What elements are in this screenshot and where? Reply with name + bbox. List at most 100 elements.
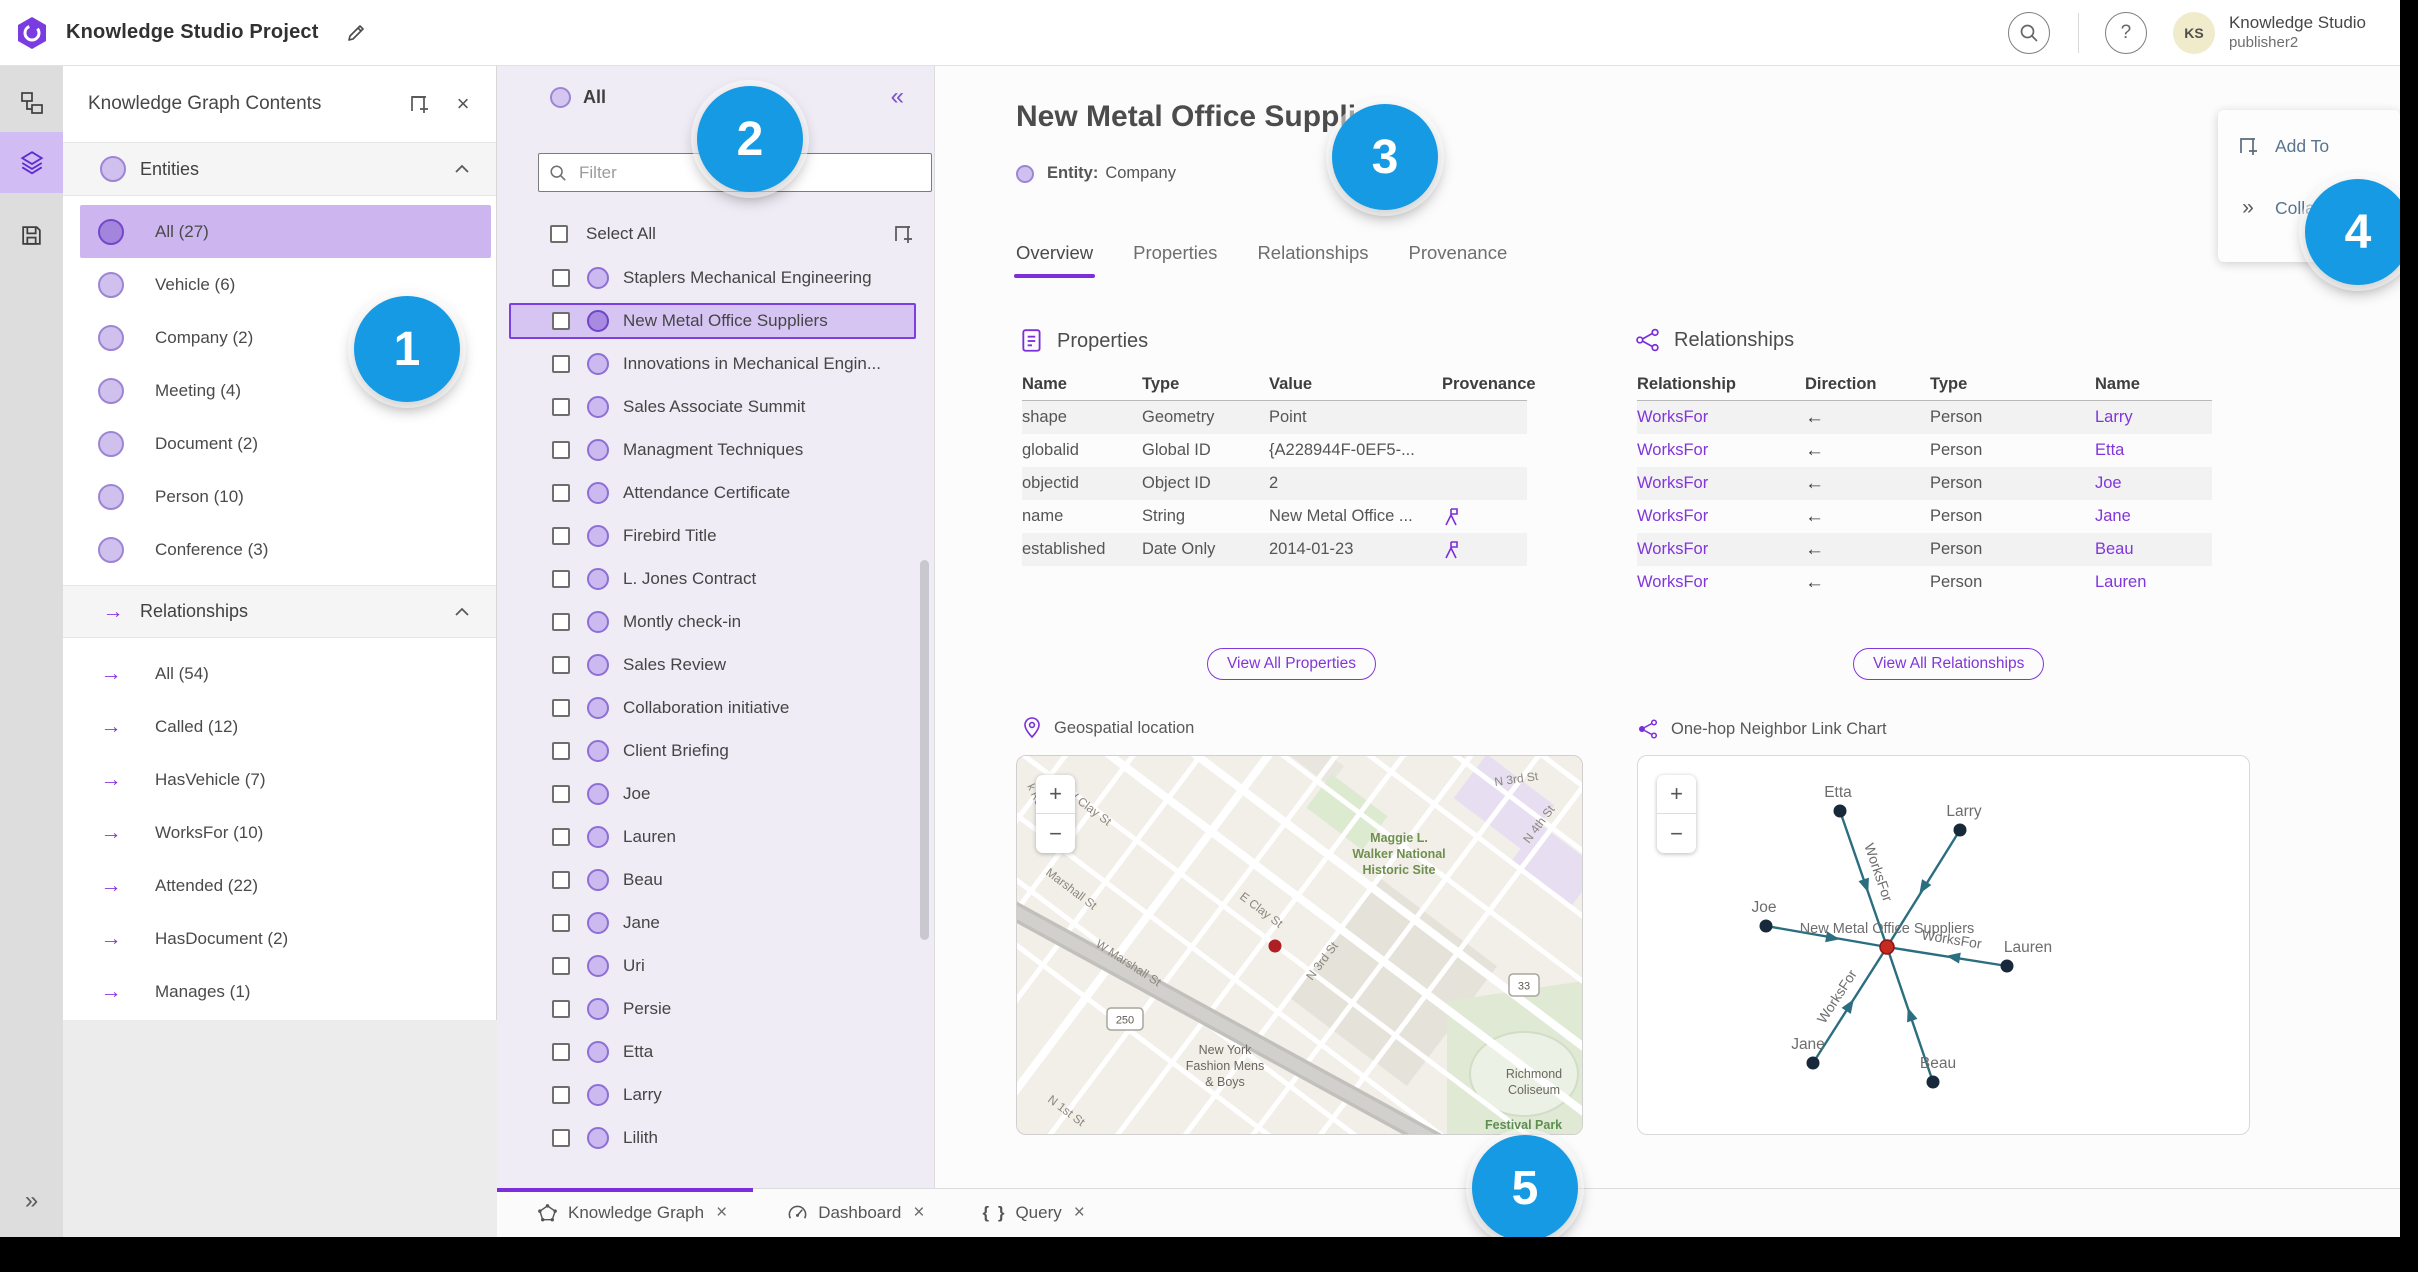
relationship-link[interactable]: WorksFor (1637, 500, 1805, 533)
item-checkbox[interactable] (552, 1000, 570, 1018)
related-name-link[interactable]: Beau (2095, 533, 2212, 566)
entity-list-item[interactable]: Larry (509, 1077, 916, 1113)
item-checkbox[interactable] (552, 785, 570, 803)
graph-node[interactable] (1806, 1056, 1820, 1070)
entity-list-item[interactable]: Beau (509, 862, 916, 898)
entity-list-item[interactable]: Sales Associate Summit (509, 389, 916, 425)
entity-type-item[interactable]: All (27) (80, 205, 491, 258)
entities-group-header[interactable]: Entities (63, 143, 496, 196)
rail-item-save[interactable] (0, 206, 63, 264)
collapse-panel-button[interactable]: « (891, 83, 904, 111)
item-checkbox[interactable] (552, 914, 570, 932)
zoom-out-button[interactable]: − (1657, 814, 1696, 853)
item-checkbox[interactable] (552, 527, 570, 545)
item-checkbox[interactable] (552, 613, 570, 631)
entity-list-item[interactable]: Innovations in Mechanical Engin... (509, 346, 916, 382)
item-checkbox[interactable] (552, 656, 570, 674)
relationship-link[interactable]: WorksFor (1637, 434, 1805, 467)
relationship-link[interactable]: WorksFor (1637, 566, 1805, 599)
zoom-in-button[interactable]: + (1036, 775, 1075, 814)
tab-provenance[interactable]: Provenance (1409, 242, 1508, 278)
related-name-link[interactable]: Lauren (2095, 566, 2212, 599)
relationship-type-item[interactable]: → HasVehicle (7) (80, 753, 491, 806)
entity-list-item[interactable]: Lauren (509, 819, 916, 855)
graph-node[interactable] (2000, 959, 2014, 973)
related-name-link[interactable]: Joe (2095, 467, 2212, 500)
account-info[interactable]: Knowledge Studio publisher2 (2229, 13, 2366, 51)
item-checkbox[interactable] (552, 1086, 570, 1104)
entity-list-item[interactable]: Joe (509, 776, 916, 812)
tab-relationships[interactable]: Relationships (1257, 242, 1368, 278)
entity-list-item[interactable]: Collaboration initiative (509, 690, 916, 726)
graph-node[interactable] (1833, 804, 1847, 818)
relationship-link[interactable]: WorksFor (1637, 533, 1805, 566)
tab-properties[interactable]: Properties (1133, 242, 1217, 278)
close-tab-icon[interactable]: × (716, 1202, 727, 1224)
entity-list-item[interactable]: Staplers Mechanical Engineering (509, 260, 916, 296)
tab-overview[interactable]: Overview (1013, 242, 1096, 278)
rail-item-project[interactable] (0, 74, 63, 132)
entity-list-item[interactable]: L. Jones Contract (509, 561, 916, 597)
close-tab-icon[interactable]: × (913, 1202, 924, 1224)
view-all-relationships-button[interactable]: View All Relationships (1853, 648, 2045, 680)
item-checkbox[interactable] (552, 441, 570, 459)
relationship-type-item[interactable]: → Manages (1) (80, 965, 491, 1018)
item-checkbox[interactable] (552, 570, 570, 588)
item-checkbox[interactable] (552, 355, 570, 373)
item-checkbox[interactable] (552, 828, 570, 846)
entity-list-item[interactable]: Jane (509, 905, 916, 941)
zoom-in-button[interactable]: + (1657, 775, 1696, 814)
item-checkbox[interactable] (552, 957, 570, 975)
relationship-type-item[interactable]: → WorksFor (10) (80, 806, 491, 859)
list-scrollbar[interactable] (920, 560, 929, 940)
entity-type-item[interactable]: Person (10) (80, 470, 491, 523)
item-checkbox[interactable] (552, 398, 570, 416)
relationship-link[interactable]: WorksFor (1637, 467, 1805, 500)
add-to-menu-item[interactable]: Add To (2218, 124, 2400, 168)
add-to-new-button[interactable] (404, 89, 434, 119)
related-name-link[interactable]: Jane (2095, 500, 2212, 533)
item-checkbox[interactable] (552, 742, 570, 760)
close-panel-button[interactable]: × (448, 89, 478, 119)
select-all-checkbox[interactable] (550, 225, 568, 243)
relationship-link[interactable]: WorksFor (1637, 401, 1805, 434)
item-checkbox[interactable] (552, 699, 570, 717)
center-graph-node[interactable] (1879, 939, 1895, 955)
item-checkbox[interactable] (552, 871, 570, 889)
entity-list-item[interactable]: Managment Techniques (509, 432, 916, 468)
entity-list-item[interactable]: Lilith (509, 1120, 916, 1156)
provenance-flag-icon[interactable] (1442, 540, 1460, 560)
zoom-out-button[interactable]: − (1036, 814, 1075, 853)
tab-query[interactable]: { } Query × (982, 1202, 1084, 1224)
avatar[interactable]: KS (2172, 11, 2215, 54)
graph-node[interactable] (1926, 1075, 1940, 1089)
relationship-type-item[interactable]: → All (54) (80, 647, 491, 700)
item-checkbox[interactable] (552, 484, 570, 502)
item-checkbox[interactable] (552, 1043, 570, 1061)
related-name-link[interactable]: Larry (2095, 401, 2212, 434)
tab-dashboard[interactable]: Dashboard × (785, 1202, 924, 1224)
entity-list-item[interactable]: Persie (509, 991, 916, 1027)
help-button[interactable]: ? (2104, 11, 2147, 54)
close-tab-icon[interactable]: × (1074, 1202, 1085, 1224)
entity-list-item[interactable]: Uri (509, 948, 916, 984)
entity-list-item[interactable]: Attendance Certificate (509, 475, 916, 511)
one-hop-link-chart[interactable]: WorksFor WorksFor WorksFor Etta Larry Jo… (1637, 755, 2250, 1135)
view-all-properties-button[interactable]: View All Properties (1207, 648, 1376, 680)
relationship-type-item[interactable]: → HasDocument (2) (80, 912, 491, 965)
relationship-type-item[interactable]: → Attended (22) (80, 859, 491, 912)
tab-knowledge-graph[interactable]: Knowledge Graph × (535, 1202, 727, 1224)
graph-node[interactable] (1953, 823, 1967, 837)
geospatial-map[interactable]: k Rd W Clay St Marshall St W Marshall St… (1016, 755, 1583, 1135)
related-name-link[interactable]: Etta (2095, 434, 2212, 467)
item-checkbox[interactable] (552, 1129, 570, 1147)
search-button[interactable] (2007, 11, 2050, 54)
provenance-flag-icon[interactable] (1442, 507, 1460, 527)
entity-list-item[interactable]: Client Briefing (509, 733, 916, 769)
graph-node[interactable] (1759, 919, 1773, 933)
add-box-icon[interactable] (891, 222, 915, 246)
entity-list-item[interactable]: Etta (509, 1034, 916, 1070)
entity-type-item[interactable]: Conference (3) (80, 523, 491, 576)
relationship-type-item[interactable]: → Called (12) (80, 700, 491, 753)
entity-list-item[interactable]: Sales Review (509, 647, 916, 683)
